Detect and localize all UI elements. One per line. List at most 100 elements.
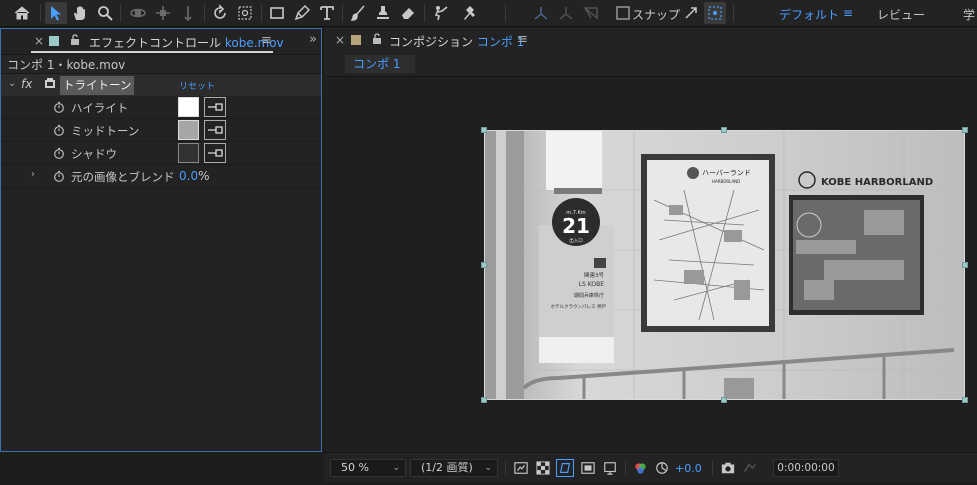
close-icon[interactable]: × bbox=[34, 34, 44, 48]
sign-text3: 期間兵庫県庁 bbox=[574, 292, 604, 299]
composition-panel: × コンポジション コンポ 1 ≡ コンポ 1 m.7.Km 21 出入口 関連… bbox=[324, 28, 977, 452]
blend-value[interactable]: 0.0% bbox=[179, 169, 210, 183]
current-time[interactable]: 0:00:00:00 bbox=[773, 459, 839, 477]
exposure-reset-icon[interactable] bbox=[653, 459, 671, 477]
snap-target-icon[interactable] bbox=[704, 2, 726, 24]
rotate-tool-icon[interactable] bbox=[209, 2, 231, 24]
resolution-value: (1/2 画質) bbox=[421, 461, 473, 474]
zoom-value: 50 % bbox=[341, 461, 369, 474]
rectangle-tool-icon[interactable] bbox=[266, 2, 288, 24]
composition-tab[interactable]: コンポジション コンポ 1 bbox=[389, 33, 524, 50]
snap-expand-icon[interactable] bbox=[680, 2, 702, 24]
camera-snapshot-icon[interactable] bbox=[719, 459, 737, 477]
panel-menu-icon[interactable]: ≡ bbox=[261, 33, 272, 48]
transform-handle[interactable] bbox=[962, 397, 968, 403]
fast-preview-icon[interactable] bbox=[512, 459, 530, 477]
expand-panels-icon[interactable]: » bbox=[309, 32, 317, 47]
zoom-tool-icon[interactable] bbox=[94, 2, 116, 24]
highlight-color-swatch[interactable] bbox=[178, 97, 199, 117]
active-tab-indicator bbox=[31, 51, 273, 53]
dolly-camera-icon[interactable] bbox=[177, 2, 199, 24]
effect-controls-tab[interactable]: エフェクトコントロール kobe.mov bbox=[89, 34, 284, 51]
transform-handle[interactable] bbox=[962, 127, 968, 133]
pan-camera-icon[interactable] bbox=[152, 2, 174, 24]
transform-handle[interactable] bbox=[721, 127, 727, 133]
pen-tool-icon[interactable] bbox=[291, 2, 313, 24]
property-blend: › 元の画像とブレンド 0.0% bbox=[1, 165, 321, 188]
hand-tool-icon[interactable] bbox=[69, 2, 91, 24]
property-midtone: ミッドトーン bbox=[1, 119, 321, 142]
property-label: シャドウ bbox=[71, 147, 117, 161]
blend-unit: % bbox=[198, 169, 210, 183]
chevron-right-icon[interactable]: › bbox=[31, 169, 35, 180]
lock-icon[interactable] bbox=[69, 34, 81, 46]
transform-handle[interactable] bbox=[962, 262, 968, 268]
brush-tool-icon[interactable] bbox=[347, 2, 369, 24]
effect-header-row[interactable]: ⌄ fx トライトーン リセット bbox=[1, 74, 321, 96]
transform-handle[interactable] bbox=[481, 262, 487, 268]
stopwatch-icon[interactable] bbox=[53, 124, 65, 136]
snap-checkbox[interactable] bbox=[612, 2, 634, 24]
eyedropper-icon[interactable] bbox=[204, 97, 226, 117]
eyedropper-icon[interactable] bbox=[204, 120, 226, 140]
transform-handle[interactable] bbox=[481, 397, 487, 403]
channels-icon[interactable] bbox=[631, 459, 649, 477]
axis-view-icon[interactable] bbox=[580, 2, 602, 24]
region-of-interest-icon[interactable] bbox=[579, 459, 597, 477]
workspace-review[interactable]: レビュー bbox=[877, 6, 925, 23]
panel-menu-icon[interactable]: ≡ bbox=[517, 32, 528, 47]
reset-link[interactable]: リセット bbox=[179, 79, 215, 92]
eraser-tool-icon[interactable] bbox=[397, 2, 419, 24]
snap-label: スナップ bbox=[632, 8, 681, 22]
zoom-dropdown[interactable]: 50 % ⌄ bbox=[330, 459, 406, 477]
fx-toggle[interactable]: fx bbox=[21, 77, 32, 91]
label-color-swatch bbox=[49, 36, 59, 46]
workspace-default[interactable]: デフォルト bbox=[779, 6, 839, 23]
clone-stamp-icon[interactable] bbox=[372, 2, 394, 24]
puppet-pin-icon[interactable] bbox=[459, 2, 481, 24]
home-icon[interactable] bbox=[11, 2, 33, 24]
exposure-value[interactable]: +0.0 bbox=[675, 462, 702, 475]
workspace-learn[interactable]: 学 bbox=[963, 6, 975, 23]
sign-text2: LS KOBE bbox=[579, 281, 605, 288]
shadow-color-swatch[interactable] bbox=[178, 143, 199, 163]
mask-path-visibility-icon[interactable] bbox=[556, 459, 574, 477]
grid-guides-icon[interactable] bbox=[601, 459, 619, 477]
effect-name[interactable]: トライトーン bbox=[60, 76, 135, 95]
comp-color-swatch bbox=[351, 35, 361, 45]
tab-file: kobe.mov bbox=[224, 36, 284, 50]
close-icon[interactable]: × bbox=[335, 33, 345, 47]
show-snapshot-icon[interactable] bbox=[741, 459, 759, 477]
selection-tool-icon[interactable] bbox=[45, 2, 67, 24]
resolution-dropdown[interactable]: (1/2 画質) ⌄ bbox=[410, 459, 498, 477]
property-label: ハイライト bbox=[71, 101, 129, 115]
map1-title: ハーバーランド bbox=[702, 169, 751, 177]
stopwatch-icon[interactable] bbox=[53, 170, 65, 182]
workspace-menu-icon[interactable]: ≡ bbox=[843, 6, 853, 20]
footage-frame[interactable]: m.7.Km 21 出入口 関連3号 LS KOBE 期間兵庫県庁 ホテルクラウ… bbox=[484, 130, 964, 400]
sign-text4: ホテルクラウンパレス 神戸 bbox=[551, 303, 607, 310]
composition-viewer[interactable]: m.7.Km 21 出入口 関連3号 LS KOBE 期間兵庫県庁 ホテルクラウ… bbox=[324, 78, 977, 452]
axis-world-icon[interactable] bbox=[555, 2, 577, 24]
property-highlight: ハイライト bbox=[1, 96, 321, 119]
chevron-down-icon[interactable]: ⌄ bbox=[8, 78, 16, 89]
map1-sub: HARBORLAND bbox=[712, 179, 740, 184]
blend-number[interactable]: 0.0 bbox=[179, 169, 198, 183]
axis-local-icon[interactable] bbox=[530, 2, 552, 24]
sign-number: 21 bbox=[562, 214, 590, 238]
comp-subtab[interactable]: コンポ 1 bbox=[345, 55, 415, 73]
transparency-grid-icon[interactable] bbox=[534, 459, 552, 477]
type-tool-icon[interactable] bbox=[316, 2, 338, 24]
orbit-camera-icon[interactable] bbox=[127, 2, 149, 24]
anchor-point-icon[interactable] bbox=[234, 2, 256, 24]
eyedropper-icon[interactable] bbox=[204, 143, 226, 163]
midtone-color-swatch[interactable] bbox=[178, 120, 199, 140]
lock-icon[interactable] bbox=[371, 33, 383, 45]
viewer-controls-bar: 50 % ⌄ (1/2 画質) ⌄ +0.0 0:00:00:00 bbox=[324, 452, 977, 482]
transform-handle[interactable] bbox=[481, 127, 487, 133]
stopwatch-icon[interactable] bbox=[53, 101, 65, 113]
roto-brush-icon[interactable] bbox=[430, 2, 452, 24]
transform-handle[interactable] bbox=[721, 397, 727, 403]
effect-preset-icon bbox=[44, 77, 56, 89]
stopwatch-icon[interactable] bbox=[53, 147, 65, 159]
